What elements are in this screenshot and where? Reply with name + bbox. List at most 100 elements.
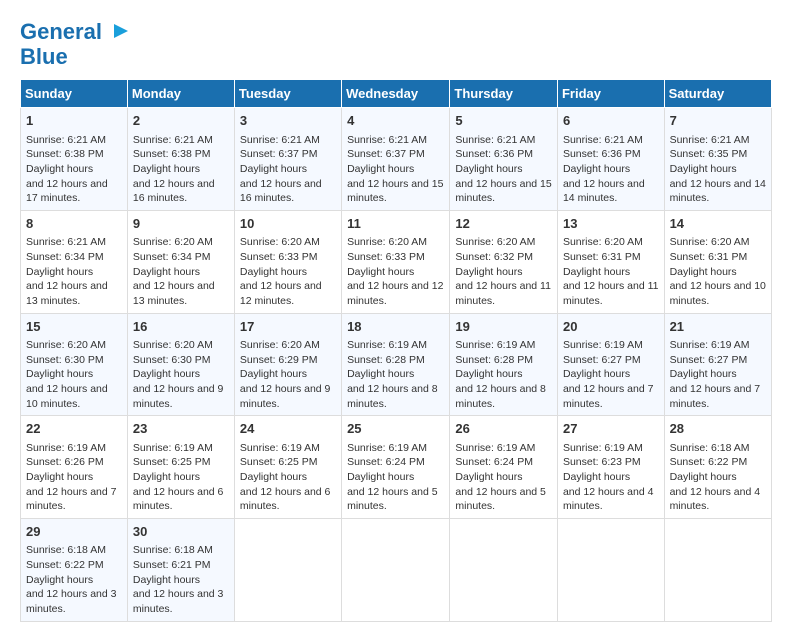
calendar-cell: 10Sunrise: 6:20 AMSunset: 6:33 PMDayligh… [234,211,341,314]
daylight-value: and 12 hours and 7 minutes. [26,486,117,513]
day-number: 20 [563,318,659,336]
daylight-value: and 12 hours and 15 minutes. [455,178,551,205]
day-number: 19 [455,318,552,336]
daylight-label: Daylight hours [670,163,737,175]
daylight-value: and 12 hours and 5 minutes. [455,486,546,513]
day-number: 22 [26,420,122,438]
daylight-value: and 12 hours and 7 minutes. [563,383,654,410]
daylight-label: Daylight hours [133,266,200,278]
sunset: Sunset: 6:27 PM [670,354,748,366]
sunrise: Sunrise: 6:21 AM [240,134,320,146]
sunset: Sunset: 6:27 PM [563,354,641,366]
calendar-cell: 25Sunrise: 6:19 AMSunset: 6:24 PMDayligh… [342,416,450,519]
daylight-label: Daylight hours [26,266,93,278]
daylight-label: Daylight hours [563,266,630,278]
calendar-cell: 7Sunrise: 6:21 AMSunset: 6:35 PMDaylight… [664,108,771,211]
daylight-value: and 12 hours and 14 minutes. [670,178,766,205]
daylight-label: Daylight hours [133,368,200,380]
day-number: 24 [240,420,336,438]
calendar-cell: 28Sunrise: 6:18 AMSunset: 6:22 PMDayligh… [664,416,771,519]
day-number: 29 [26,523,122,541]
sunrise: Sunrise: 6:20 AM [240,236,320,248]
daylight-label: Daylight hours [563,368,630,380]
daylight-value: and 12 hours and 8 minutes. [347,383,438,410]
calendar-cell: 24Sunrise: 6:19 AMSunset: 6:25 PMDayligh… [234,416,341,519]
sunrise: Sunrise: 6:18 AM [26,544,106,556]
day-number: 15 [26,318,122,336]
daylight-value: and 12 hours and 8 minutes. [455,383,546,410]
week-row: 29Sunrise: 6:18 AMSunset: 6:22 PMDayligh… [21,518,772,621]
logo-arrow-shape [112,21,130,45]
day-number: 16 [133,318,229,336]
daylight-label: Daylight hours [563,163,630,175]
day-number: 8 [26,215,122,233]
day-number: 11 [347,215,444,233]
header-saturday: Saturday [664,80,771,108]
calendar-cell: 16Sunrise: 6:20 AMSunset: 6:30 PMDayligh… [127,313,234,416]
sunset: Sunset: 6:34 PM [133,251,211,263]
calendar-cell: 6Sunrise: 6:21 AMSunset: 6:36 PMDaylight… [557,108,664,211]
header-monday: Monday [127,80,234,108]
calendar-cell: 30Sunrise: 6:18 AMSunset: 6:21 PMDayligh… [127,518,234,621]
calendar-cell: 11Sunrise: 6:20 AMSunset: 6:33 PMDayligh… [342,211,450,314]
daylight-value: and 12 hours and 4 minutes. [563,486,654,513]
calendar-cell: 4Sunrise: 6:21 AMSunset: 6:37 PMDaylight… [342,108,450,211]
sunset: Sunset: 6:28 PM [455,354,533,366]
sunset: Sunset: 6:24 PM [347,456,425,468]
day-number: 17 [240,318,336,336]
daylight-value: and 12 hours and 12 minutes. [347,280,443,307]
sunrise: Sunrise: 6:20 AM [670,236,750,248]
daylight-value: and 12 hours and 5 minutes. [347,486,438,513]
calendar-cell: 22Sunrise: 6:19 AMSunset: 6:26 PMDayligh… [21,416,128,519]
daylight-label: Daylight hours [26,163,93,175]
calendar-cell: 15Sunrise: 6:20 AMSunset: 6:30 PMDayligh… [21,313,128,416]
daylight-value: and 12 hours and 10 minutes. [26,383,108,410]
sunrise: Sunrise: 6:21 AM [563,134,643,146]
header-wednesday: Wednesday [342,80,450,108]
daylight-label: Daylight hours [455,471,522,483]
sunrise: Sunrise: 6:20 AM [563,236,643,248]
day-number: 25 [347,420,444,438]
calendar-cell: 23Sunrise: 6:19 AMSunset: 6:25 PMDayligh… [127,416,234,519]
day-number: 14 [670,215,766,233]
sunset: Sunset: 6:36 PM [455,148,533,160]
day-number: 5 [455,112,552,130]
sunset: Sunset: 6:25 PM [133,456,211,468]
sunset: Sunset: 6:25 PM [240,456,318,468]
sunset: Sunset: 6:29 PM [240,354,318,366]
week-row: 15Sunrise: 6:20 AMSunset: 6:30 PMDayligh… [21,313,772,416]
week-row: 8Sunrise: 6:21 AMSunset: 6:34 PMDaylight… [21,211,772,314]
calendar-cell [234,518,341,621]
daylight-value: and 12 hours and 6 minutes. [240,486,331,513]
day-number: 21 [670,318,766,336]
sunset: Sunset: 6:22 PM [670,456,748,468]
daylight-value: and 12 hours and 17 minutes. [26,178,108,205]
day-number: 3 [240,112,336,130]
day-number: 10 [240,215,336,233]
daylight-label: Daylight hours [240,471,307,483]
daylight-label: Daylight hours [240,163,307,175]
calendar-cell: 21Sunrise: 6:19 AMSunset: 6:27 PMDayligh… [664,313,771,416]
sunset: Sunset: 6:23 PM [563,456,641,468]
daylight-label: Daylight hours [26,471,93,483]
sunset: Sunset: 6:28 PM [347,354,425,366]
sunrise: Sunrise: 6:18 AM [670,442,750,454]
daylight-label: Daylight hours [133,163,200,175]
daylight-label: Daylight hours [455,266,522,278]
daylight-label: Daylight hours [670,368,737,380]
sunrise: Sunrise: 6:19 AM [563,442,643,454]
week-row: 1Sunrise: 6:21 AMSunset: 6:38 PMDaylight… [21,108,772,211]
calendar-table: SundayMondayTuesdayWednesdayThursdayFrid… [20,79,772,621]
header-friday: Friday [557,80,664,108]
daylight-value: and 12 hours and 11 minutes. [563,280,659,307]
sunset: Sunset: 6:22 PM [26,559,104,571]
logo: General Blue [20,20,130,69]
daylight-label: Daylight hours [670,471,737,483]
sunset: Sunset: 6:37 PM [240,148,318,160]
sunset: Sunset: 6:33 PM [240,251,318,263]
calendar-cell: 13Sunrise: 6:20 AMSunset: 6:31 PMDayligh… [557,211,664,314]
sunset: Sunset: 6:30 PM [133,354,211,366]
sunset: Sunset: 6:31 PM [670,251,748,263]
day-number: 12 [455,215,552,233]
sunset: Sunset: 6:37 PM [347,148,425,160]
